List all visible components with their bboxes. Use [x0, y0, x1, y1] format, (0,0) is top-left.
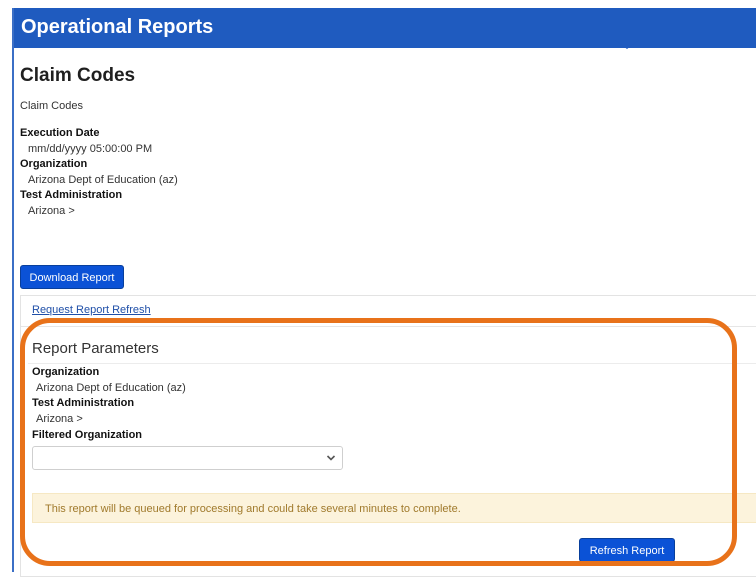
- page-title: Claim Codes: [20, 65, 136, 86]
- test-administration-label: Test Administration: [20, 189, 123, 201]
- queue-notice-text: This report will be queued for processin…: [45, 503, 461, 515]
- queue-notice: This report will be queued for processin…: [32, 493, 756, 523]
- execution-date-value: mm/dd/yyyy 05:00:00 PM: [28, 143, 153, 155]
- param-test-administration-value: Arizona >: [36, 413, 83, 425]
- test-administration-value: Arizona >: [28, 205, 75, 217]
- parameters-divider: [28, 363, 756, 364]
- panel-divider: [21, 326, 756, 327]
- report-parameters-title: Report Parameters: [32, 340, 159, 357]
- refresh-report-button[interactable]: Refresh Report: [579, 538, 675, 562]
- param-organization-value: Arizona Dept of Education (az): [36, 382, 186, 394]
- execution-date-label: Execution Date: [20, 127, 100, 139]
- header-title: Operational Reports: [21, 16, 214, 38]
- header-notch: [615, 40, 639, 49]
- organization-value: Arizona Dept of Education (az): [28, 174, 178, 186]
- organization-label: Organization: [20, 158, 88, 170]
- left-border-rule: [12, 8, 14, 572]
- request-report-refresh-link[interactable]: Request Report Refresh: [32, 304, 151, 316]
- chevron-down-icon: [326, 455, 336, 461]
- report-subtitle: Claim Codes: [20, 100, 83, 112]
- app-header: Operational Reports: [14, 8, 756, 48]
- filtered-organization-label: Filtered Organization: [32, 429, 143, 441]
- param-organization-label: Organization: [32, 366, 100, 378]
- download-report-button[interactable]: Download Report: [20, 265, 124, 289]
- filtered-organization-select[interactable]: [32, 446, 343, 470]
- param-test-administration-label: Test Administration: [32, 397, 135, 409]
